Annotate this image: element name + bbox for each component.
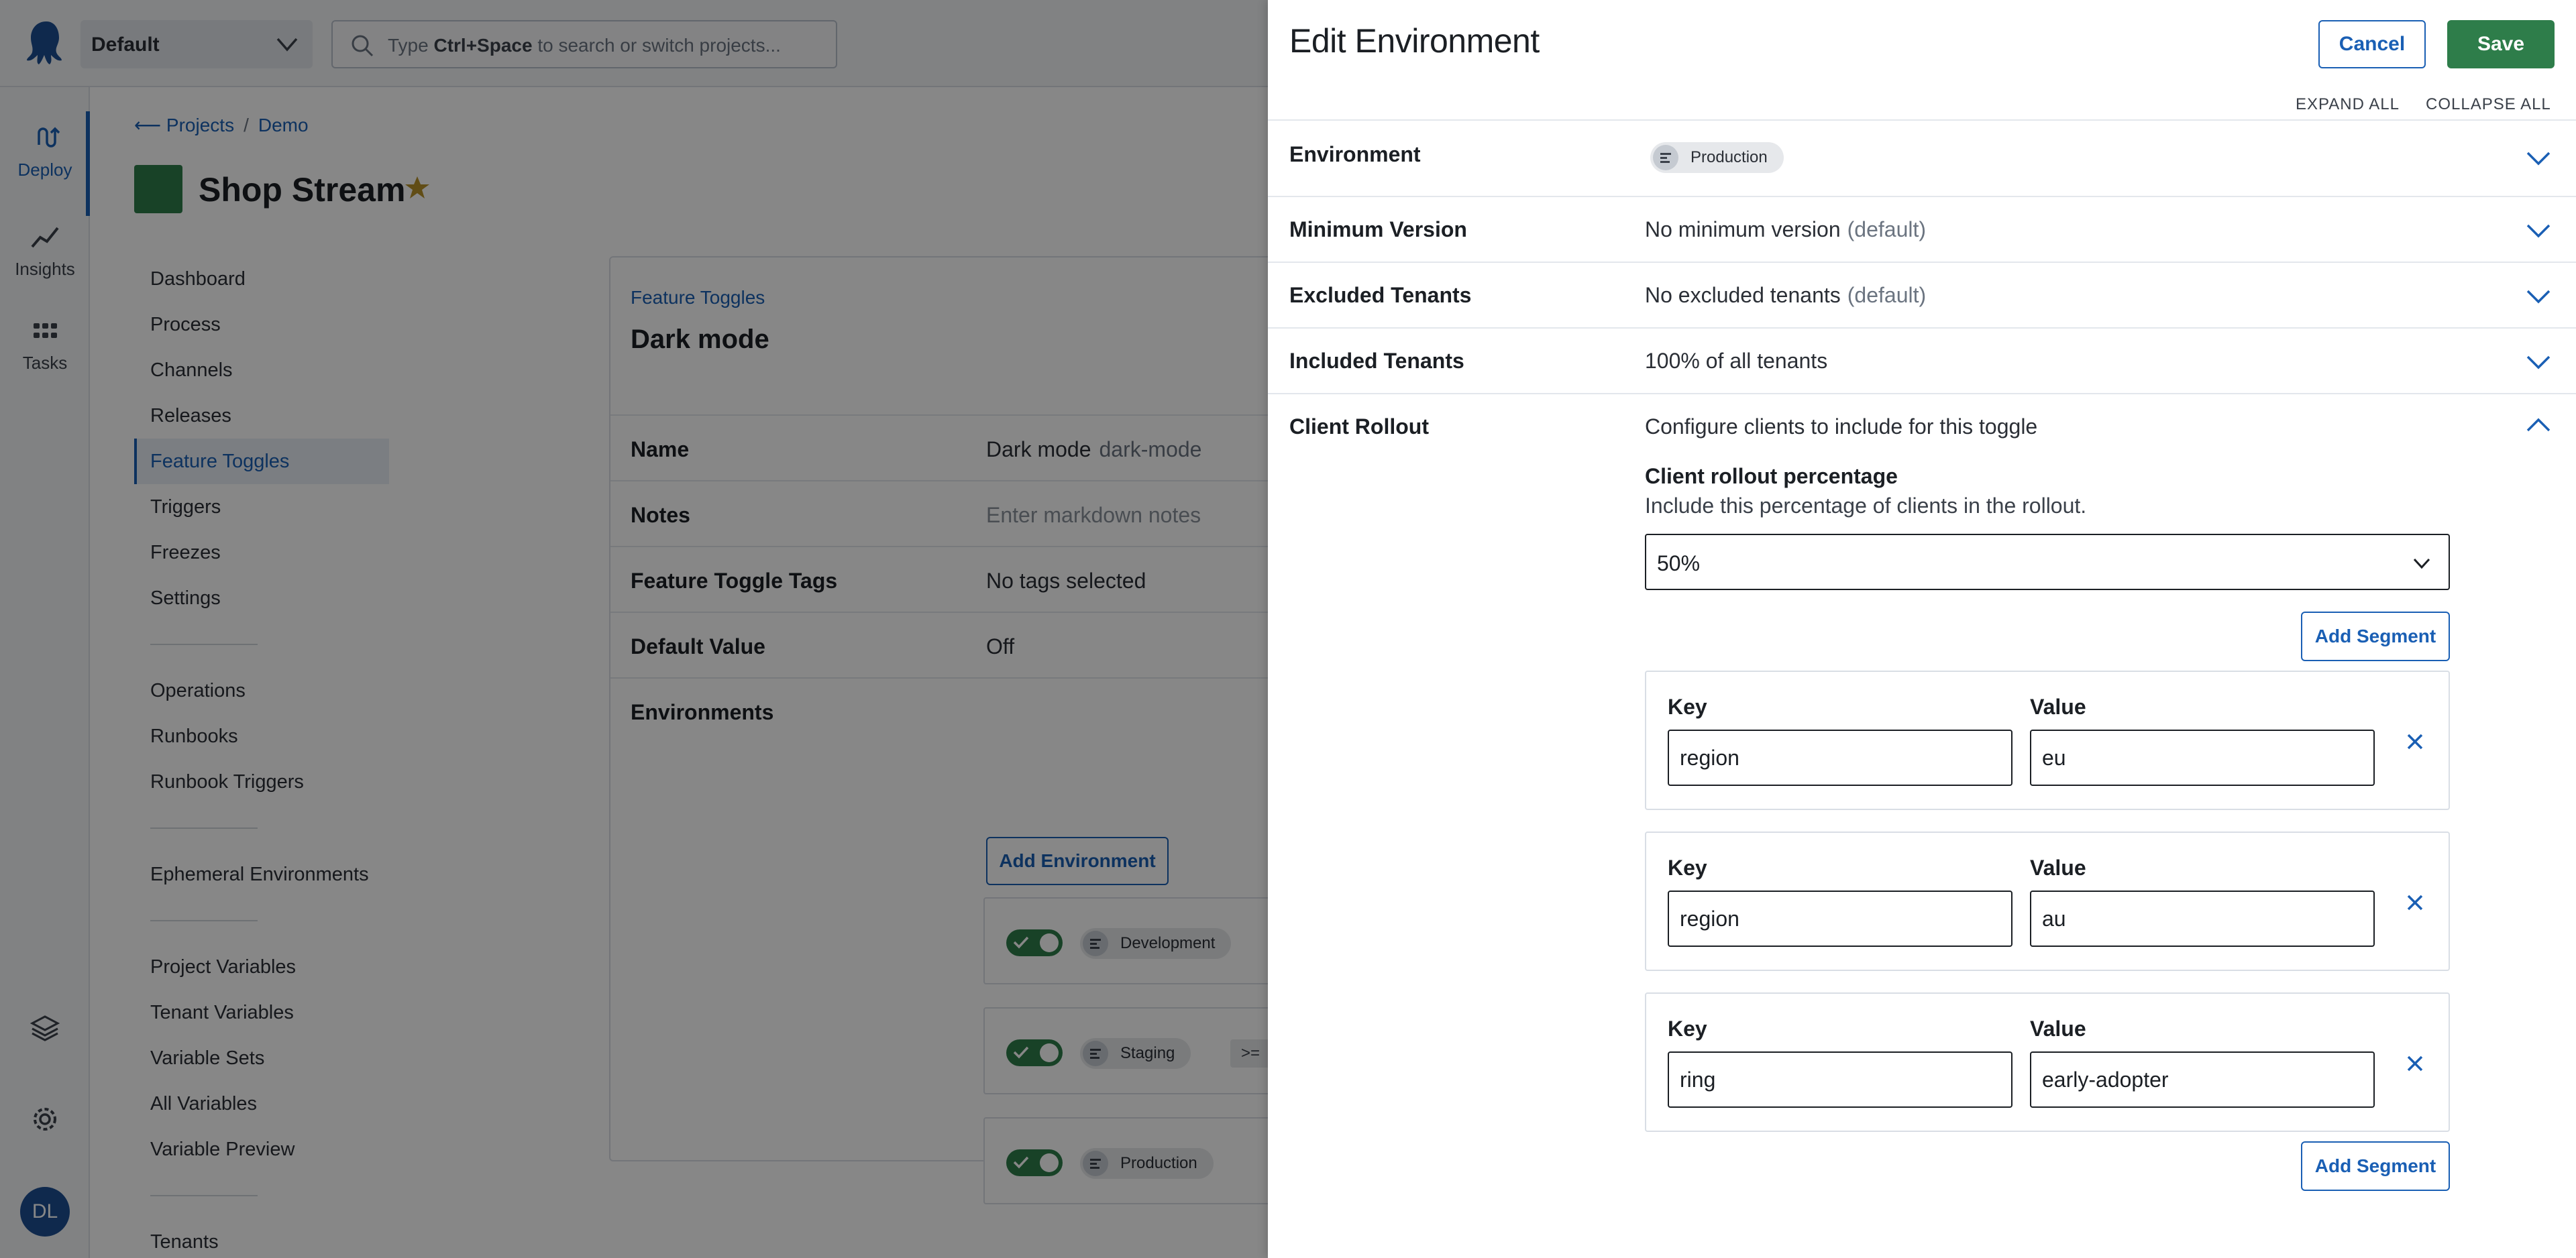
value-label: Value [2030, 1017, 2086, 1041]
section-client-rollout[interactable]: Client Rollout Configure clients to incl… [1268, 393, 2576, 459]
segment-key-input[interactable] [1668, 730, 2012, 786]
collapse-all-link[interactable]: COLLAPSE ALL [2426, 95, 2551, 114]
section-included-tenants[interactable]: Included Tenants 100% of all tenants [1268, 327, 2576, 393]
key-label: Key [1668, 856, 1707, 880]
rollout-percentage-title: Client rollout percentage [1645, 464, 1898, 488]
segment-value-input[interactable] [2030, 891, 2375, 947]
edit-environment-drawer: Edit Environment Cancel Save EXPAND ALL … [1268, 0, 2576, 1258]
section-value: No minimum version (default) [1645, 217, 1927, 241]
segment-card: Key Value [1645, 832, 2450, 971]
add-segment-button[interactable]: Add Segment [2301, 1141, 2450, 1191]
section-label: Included Tenants [1289, 349, 1464, 373]
close-icon[interactable] [2404, 731, 2426, 752]
environment-chip: Production [1650, 142, 1784, 173]
select-value: 50% [1657, 551, 1701, 575]
section-value: 100% of all tenants [1645, 349, 1828, 373]
add-segment-button[interactable]: Add Segment [2301, 612, 2450, 661]
key-label: Key [1668, 1017, 1707, 1041]
rollout-percentage-select[interactable]: 50% [1645, 534, 2450, 590]
drawer-title: Edit Environment [1289, 22, 1540, 60]
cancel-button[interactable]: Cancel [2318, 20, 2426, 68]
segment-card: Key Value [1645, 992, 2450, 1132]
section-label: Environment [1289, 142, 1421, 166]
section-minimum-version[interactable]: Minimum Version No minimum version (defau… [1268, 196, 2576, 262]
chevron-down-icon[interactable] [2525, 354, 2552, 370]
segment-value-input[interactable] [2030, 730, 2375, 786]
section-value: Configure clients to include for this to… [1645, 414, 2038, 439]
close-icon[interactable] [2404, 1053, 2426, 1074]
chevron-down-icon[interactable] [2525, 150, 2552, 166]
save-button[interactable]: Save [2447, 20, 2555, 68]
segment-key-input[interactable] [1668, 1051, 2012, 1108]
value-label: Value [2030, 856, 2086, 880]
rollout-percentage-description: Include this percentage of clients in th… [1645, 494, 2087, 518]
chevron-up-icon[interactable] [2525, 417, 2552, 433]
segment-card: Key Value [1645, 671, 2450, 810]
section-value: No excluded tenants (default) [1645, 283, 1927, 307]
value-label: Value [2030, 695, 2086, 719]
section-label: Minimum Version [1289, 217, 1467, 241]
section-excluded-tenants[interactable]: Excluded Tenants No excluded tenants (def… [1268, 262, 2576, 327]
close-icon[interactable] [2404, 892, 2426, 913]
expand-all-link[interactable]: EXPAND ALL [2296, 95, 2400, 114]
chevron-down-icon[interactable] [2525, 223, 2552, 239]
section-label: Excluded Tenants [1289, 283, 1472, 307]
section-label: Client Rollout [1289, 414, 1429, 439]
modal-backdrop[interactable] [0, 0, 1268, 1258]
segment-value-input[interactable] [2030, 1051, 2375, 1108]
chevron-down-icon [2413, 558, 2430, 569]
section-environment[interactable]: Environment Production [1268, 119, 2576, 196]
key-label: Key [1668, 695, 1707, 719]
chevron-down-icon[interactable] [2525, 288, 2552, 304]
environment-icon [1653, 145, 1678, 170]
segment-key-input[interactable] [1668, 891, 2012, 947]
